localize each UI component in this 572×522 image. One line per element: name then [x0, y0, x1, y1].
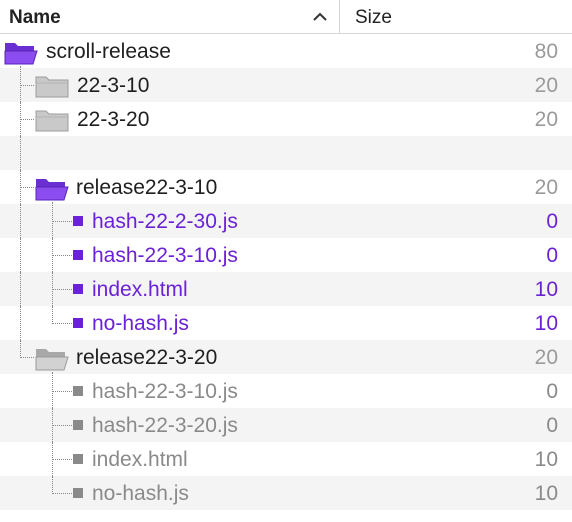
tree-row-file[interactable]: no-hash.js 10 [0, 476, 572, 510]
tree-connector [20, 66, 21, 102]
tree-row-label: no-hash.js [92, 312, 189, 335]
name-column-header[interactable]: Name [0, 0, 340, 34]
tree-row-size: 10 [534, 482, 558, 505]
tree-row-size: 80 [534, 40, 558, 63]
tree-row-size: 20 [534, 108, 558, 131]
tree-connector [52, 372, 53, 408]
file-icon [73, 216, 83, 226]
tree-row-file[interactable]: no-hash.js 10 [0, 306, 572, 340]
size-column-label: Size [355, 7, 392, 28]
tree-row-file[interactable]: hash-22-2-30.js 0 [0, 202, 572, 238]
tree-row-label: index.html [92, 278, 188, 301]
tree-row-size: 10 [534, 278, 558, 301]
size-column-header[interactable]: Size [341, 0, 572, 34]
file-icon [73, 284, 83, 294]
folder-open-icon [35, 179, 69, 201]
tree-row-size: 0 [546, 244, 558, 267]
tree-row-file[interactable]: hash-22-3-10.js 0 [0, 238, 572, 272]
file-icon [73, 250, 83, 260]
file-icon [73, 454, 83, 464]
tree-row-size: 0 [546, 210, 558, 233]
tree-row-size: 10 [534, 312, 558, 335]
tree-connector [52, 425, 72, 426]
tree-connector [20, 85, 34, 86]
file-icon [73, 420, 83, 430]
tree-row-label: hash-22-2-30.js [92, 210, 238, 233]
tree-connector [20, 136, 21, 170]
tree-connector [20, 340, 21, 358]
folder-open-icon [4, 43, 38, 65]
tree-row-scroll-release[interactable]: scroll-release 80 [0, 34, 572, 68]
tree-connector [20, 272, 21, 306]
file-icon [73, 386, 83, 396]
tree-row-label: 22-3-10 [77, 74, 150, 97]
tree-row-22-3-10[interactable]: 22-3-10 20 [0, 66, 572, 102]
file-tree: scroll-release 80 22-3-10 20 22-3-20 20 [0, 34, 572, 522]
name-column-label: Name [9, 7, 61, 28]
tree-connector [52, 493, 72, 494]
tree-row-label: scroll-release [46, 40, 171, 63]
tree-row-label: index.html [92, 448, 188, 471]
folder-icon [35, 76, 69, 98]
tree-row-file[interactable]: hash-22-3-20.js 0 [0, 408, 572, 442]
tree-row-label: hash-22-3-10.js [92, 380, 238, 403]
tree-connector [20, 306, 21, 340]
tree-row-release22-3-10[interactable]: release22-3-10 20 [0, 170, 572, 204]
tree-row-label: hash-22-3-10.js [92, 244, 238, 267]
tree-row-22-3-20[interactable]: 22-3-20 20 [0, 102, 572, 136]
tree-connector [52, 255, 72, 256]
tree-row-size: 0 [546, 414, 558, 437]
tree-connector [52, 476, 53, 494]
tree-connector [20, 119, 34, 120]
tree-connector [20, 204, 21, 238]
tree-row-label: no-hash.js [92, 482, 189, 505]
tree-row-file[interactable]: index.html 10 [0, 272, 572, 306]
tree-row-size: 20 [534, 74, 558, 97]
tree-row-file[interactable]: hash-22-3-10.js 0 [0, 372, 572, 408]
tree-row-release22-3-20[interactable]: release22-3-20 20 [0, 340, 572, 374]
tree-row-label: release22-3-20 [76, 346, 218, 369]
tree-row-label: release22-3-10 [76, 176, 218, 199]
tree-row-size: 20 [534, 346, 558, 369]
tree-row-spacer [0, 136, 572, 170]
tree-row-file[interactable]: index.html 10 [0, 442, 572, 476]
column-header: Name Size [0, 0, 572, 34]
tree-row-label: 22-3-20 [77, 108, 150, 131]
folder-icon [35, 110, 69, 132]
tree-connector [52, 289, 72, 290]
folder-open-icon [35, 349, 69, 371]
tree-connector [52, 221, 72, 222]
file-icon [73, 488, 83, 498]
tree-connector [52, 459, 72, 460]
file-icon [73, 318, 83, 328]
tree-connector [52, 202, 53, 238]
tree-row-size: 20 [534, 176, 558, 199]
tree-connector [20, 187, 34, 188]
tree-connector [20, 238, 21, 272]
tree-connector [52, 391, 72, 392]
tree-row-size: 0 [546, 380, 558, 403]
tree-connector [52, 323, 72, 324]
chevron-up-icon[interactable] [312, 11, 328, 23]
tree-row-size: 10 [534, 448, 558, 471]
tree-connector [52, 306, 53, 324]
tree-row-label: hash-22-3-20.js [92, 414, 238, 437]
tree-connector [20, 357, 34, 358]
